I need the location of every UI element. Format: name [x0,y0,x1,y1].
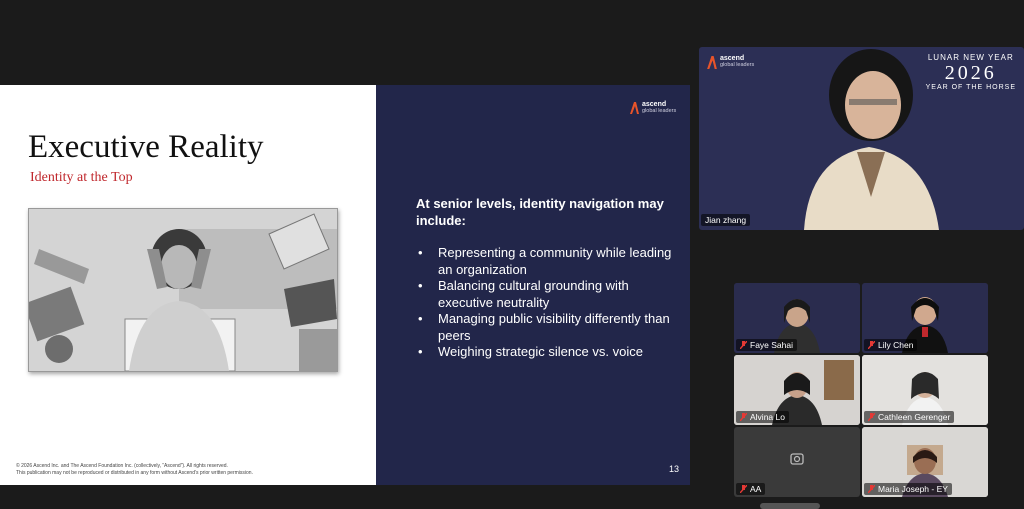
speaker-video-tile[interactable]: ascend global leaders LUNAR NEW YEAR 2026… [699,47,1024,230]
participant-name-tag: Alvina Lo [736,411,789,423]
gallery-scroll-handle[interactable] [760,503,820,509]
muted-mic-icon [740,341,747,349]
participant-tile[interactable]: Maria Joseph - EY [862,427,988,497]
ascend-logo: ascend global leaders [630,101,676,115]
slide-page-number: 13 [669,464,680,474]
slide-title: Executive Reality [28,129,264,165]
participant-name-tag: Lily Chen [864,339,918,351]
bullet-item: Weighing strategic silence vs. voice [416,344,676,361]
slide-subtitle: Identity at the Top [30,170,133,185]
muted-mic-icon [740,413,747,421]
muted-mic-icon [868,341,875,349]
muted-mic-icon [740,485,747,493]
ascend-logo-icon [707,55,717,69]
participant-tile[interactable]: Alvina Lo [734,355,860,425]
participant-tile[interactable]: Faye Sahai [734,283,860,353]
muted-mic-icon [868,485,875,493]
participant-name-tag: Jian zhang [701,214,751,226]
slide-left-panel: Executive Reality Identity at the Top © … [0,85,376,485]
slide-intro: At senior levels, identity navigation ma… [416,196,664,228]
bullet-item: Balancing cultural grounding with execut… [416,278,676,311]
ascend-logo-icon [630,102,639,114]
copyright-footer: © 2026 Ascend Inc. and The Ascend Founda… [16,463,253,476]
muted-mic-icon [868,413,875,421]
slide-right-panel: ascend global leaders At senior levels, i… [376,85,690,485]
ascend-logo: ascend global leaders [707,55,754,69]
participant-tile[interactable]: AA [734,427,860,497]
speaker-figure [804,49,939,230]
participant-name-tag: Faye Sahai [736,339,797,351]
camera-off-icon [790,453,804,465]
bullet-item: Representing a community while leading a… [416,245,676,278]
slide-bullet-list: Representing a community while leading a… [416,245,676,361]
participant-name-tag: Maria Joseph - EY [864,483,952,495]
participant-name-tag: Cathleen Gerenger [864,411,955,423]
stressed-executive-photo [28,208,338,372]
participant-tile[interactable]: Lily Chen [862,283,988,353]
participant-name-tag: AA [736,483,766,495]
participant-tile[interactable]: Cathleen Gerenger [862,355,988,425]
bullet-item: Managing public visibility differently t… [416,311,676,344]
shared-slide: Executive Reality Identity at the Top © … [0,85,690,485]
